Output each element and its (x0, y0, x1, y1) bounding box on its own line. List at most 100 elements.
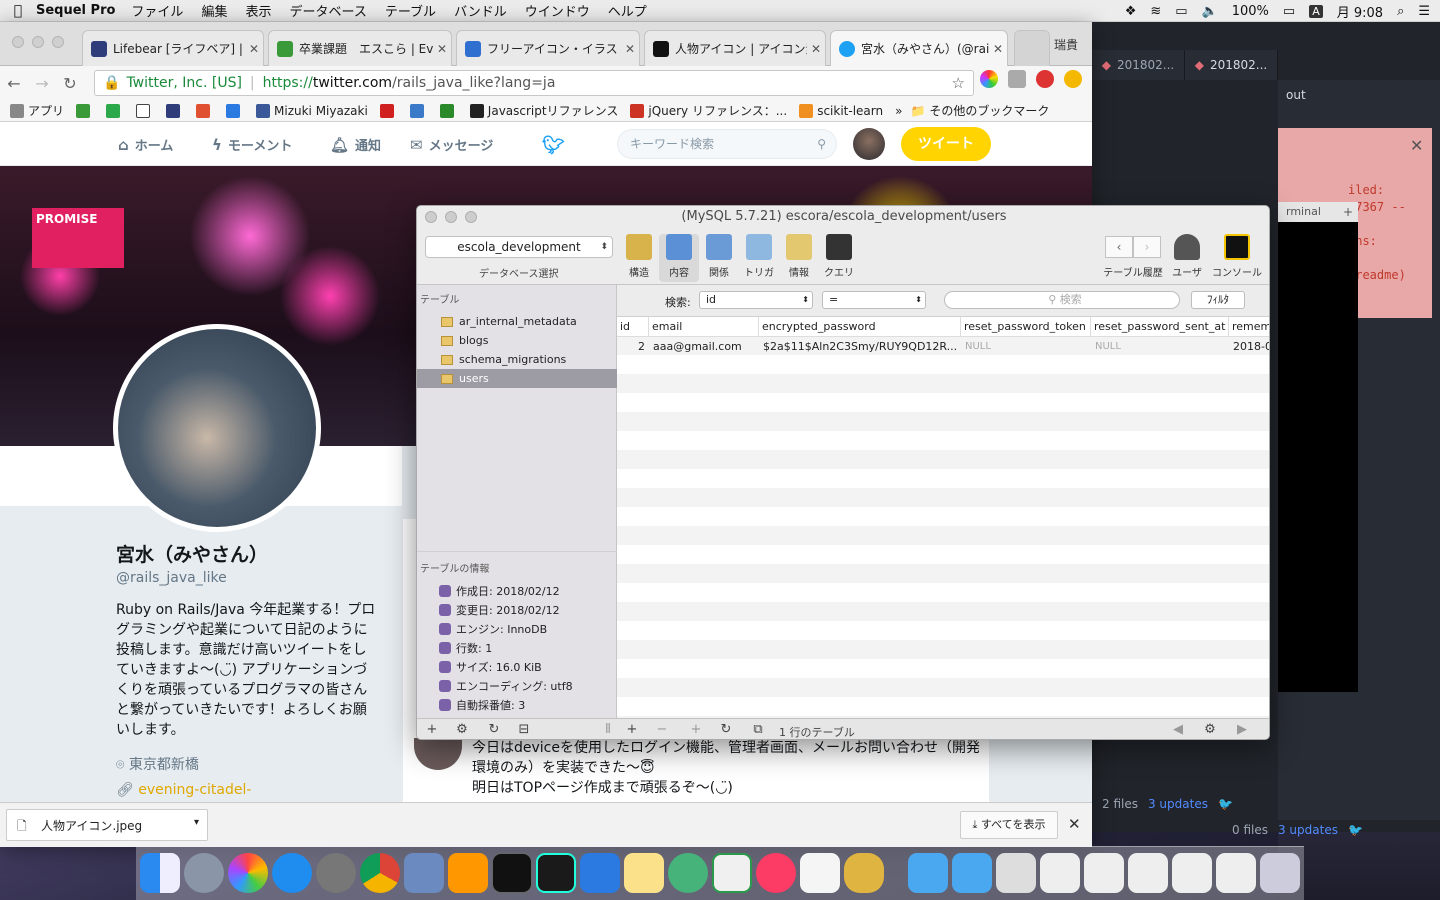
launchpad-icon[interactable] (184, 853, 224, 893)
battery-percent[interactable]: 100% (1232, 4, 1269, 19)
grid-cell[interactable]: aaa@gmail.com (649, 337, 759, 356)
bookmark-item[interactable] (166, 103, 184, 118)
chevron-down-icon[interactable]: ▾ (194, 817, 199, 828)
table-row[interactable]: 2 aaa@gmail.com $2a$11$Aln2C3Smy/RUY9QD1… (617, 337, 1269, 356)
bookmark-star-icon[interactable]: ☆ (952, 74, 965, 92)
column-header[interactable]: id (617, 317, 649, 337)
notification-center-icon[interactable]: ☰ (1418, 4, 1430, 19)
next-page-icon[interactable]: ▶ (1231, 722, 1253, 737)
remove-row-icon[interactable]: − (651, 722, 673, 737)
xcode-icon[interactable] (580, 853, 620, 893)
menu-view[interactable]: 表示 (245, 1, 271, 20)
extension-icon[interactable] (1008, 70, 1026, 88)
table-list-item[interactable]: blogs (417, 331, 617, 350)
bookmark-sklearn[interactable]: scikit-learn (799, 103, 883, 118)
extension-icon[interactable] (1064, 70, 1082, 88)
slack-icon[interactable] (712, 853, 752, 893)
filter-button[interactable]: ﾌｨﾙﾀ (1191, 291, 1245, 309)
database-select[interactable]: escola_development ⬍ (425, 236, 613, 258)
add-terminal-icon[interactable]: + (1338, 202, 1358, 222)
twitter-search-input[interactable]: キーワード検索 ⚲ (617, 129, 837, 159)
photos-icon[interactable] (228, 853, 268, 893)
address-bar[interactable]: 🔒 Twitter, Inc. [US] | https://twitter.c… (94, 70, 974, 96)
files-count[interactable]: 2 files (1102, 797, 1138, 811)
bookmark-item[interactable] (136, 103, 154, 118)
toolbar-info-button[interactable]: 情報 (779, 234, 819, 279)
add-table-icon[interactable]: + (421, 722, 443, 737)
app-store-icon[interactable] (272, 853, 312, 893)
toolbar-console-button[interactable]: コンソール (1209, 234, 1265, 279)
copy-icon[interactable]: ⧉ (747, 722, 769, 737)
files-count[interactable]: 0 files (1232, 823, 1268, 837)
minimize-window-button[interactable] (32, 36, 44, 48)
twitter-logo-icon[interactable]: 🐦︎ (542, 135, 565, 156)
bookmark-facebook[interactable]: Mizuki Miyazaki (256, 103, 368, 118)
menu-database[interactable]: データベース (289, 1, 366, 20)
forward-icon[interactable]: → (28, 74, 56, 93)
chrome-profile-name[interactable]: 瑞貴 (1054, 36, 1078, 53)
bookmark-js[interactable]: Javascriptリファレンス (469, 102, 618, 119)
resize-handle-icon[interactable]: ⦀ (597, 722, 619, 737)
close-tab-icon[interactable]: ✕ (621, 42, 639, 56)
folder-icon[interactable] (908, 853, 948, 893)
close-tab-icon[interactable]: ✕ (807, 42, 825, 56)
download-item[interactable]: 🗋 人物アイコン.jpeg (6, 809, 208, 841)
twitter-icon[interactable]: 🐦 (1218, 797, 1233, 811)
chrome-icon[interactable] (360, 853, 400, 893)
column-header[interactable]: encrypted_password (759, 317, 961, 337)
menu-file[interactable]: ファイル (131, 1, 183, 20)
toolbar-relations-button[interactable]: 関係 (699, 234, 739, 279)
twitter-icon[interactable]: 🐦 (1348, 823, 1363, 837)
data-grid[interactable]: id email encrypted_password reset_passwo… (617, 317, 1269, 719)
input-source-icon[interactable]: A (1309, 4, 1323, 18)
show-all-downloads-button[interactable]: ⤓ すべてを表示 (960, 811, 1058, 839)
nav-messages[interactable]: ✉ メッセージ (410, 135, 493, 155)
back-icon[interactable]: ← (0, 74, 28, 93)
dropbox-icon[interactable]: ❖ (1125, 4, 1137, 19)
refresh-icon[interactable]: ↻ (715, 722, 737, 737)
profile-avatar[interactable] (113, 324, 321, 532)
close-tab-icon[interactable]: ✕ (989, 42, 1007, 56)
pycharm-icon[interactable] (536, 853, 576, 893)
notes-icon[interactable] (624, 853, 664, 893)
close-icon[interactable]: ✕ (1068, 815, 1081, 833)
column-header[interactable]: reset_password_token (961, 317, 1091, 337)
bookmark-item[interactable] (196, 103, 214, 118)
profile-link[interactable]: 🔗︎ evening-citadel- (116, 782, 251, 798)
sequel-pro-icon[interactable] (844, 853, 884, 893)
filter-operator-select[interactable]: = ⬍ (822, 291, 926, 309)
volume-icon[interactable]: 🔈 (1202, 4, 1218, 19)
sublime-text-icon[interactable] (448, 853, 488, 893)
gear-icon[interactable]: ⚙ (1199, 722, 1221, 737)
window-thumbnail[interactable] (1216, 853, 1256, 893)
bookmark-item[interactable] (76, 103, 94, 118)
toolbar-users-button[interactable]: ユーザ (1167, 234, 1207, 279)
browser-tab[interactable]: Lifebear [ライフベア] | ス ✕ (82, 30, 264, 66)
zoom-window-button[interactable] (52, 36, 64, 48)
finder-icon[interactable] (140, 853, 180, 893)
more-bookmarks-chevron[interactable]: » (895, 104, 902, 118)
system-preferences-icon[interactable] (316, 853, 356, 893)
window-thumbnail[interactable] (1084, 853, 1124, 893)
terminal-icon[interactable] (492, 853, 532, 893)
menu-edit[interactable]: 編集 (201, 1, 227, 20)
column-header[interactable]: email (649, 317, 759, 337)
toolbar-query-button[interactable]: クエリ (819, 234, 859, 279)
filter-field-select[interactable]: id ⬍ (699, 291, 813, 309)
bookmark-item[interactable] (409, 103, 428, 118)
toolbar-structure-button[interactable]: 構造 (619, 234, 659, 279)
profile-handle[interactable]: @rails_java_like (116, 570, 227, 586)
grid-cell[interactable]: NULL (961, 337, 1091, 356)
spotlight-icon[interactable]: ⌕ (1397, 4, 1404, 19)
battery-icon[interactable]: ▭ (1283, 4, 1295, 19)
apple-menu-icon[interactable]:  (0, 3, 36, 19)
textedit-icon[interactable] (800, 853, 840, 893)
browser-tab[interactable]: フリーアイコン・イラスト ✕ (456, 30, 640, 66)
bookmark-item[interactable] (106, 103, 124, 118)
search-icon[interactable]: ⚲ (817, 130, 826, 158)
avatar[interactable] (853, 128, 885, 160)
bookmark-apps[interactable]: アプリ (10, 102, 64, 119)
table-list-item[interactable]: schema_migrations (417, 350, 617, 369)
editor-tab[interactable]: ◆ 201802... (1185, 50, 1278, 80)
window-thumbnail[interactable] (1172, 853, 1212, 893)
